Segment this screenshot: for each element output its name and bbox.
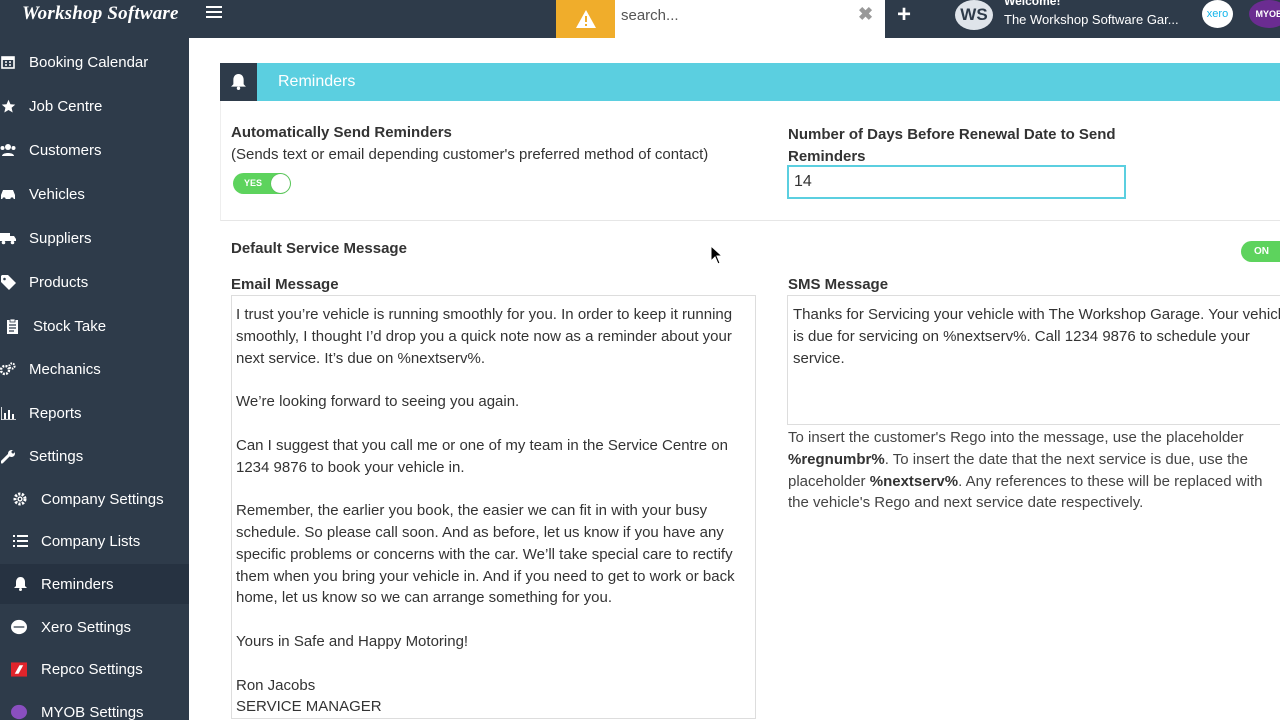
days-before-label: Number of Days Before Renewal Date to Se… xyxy=(788,126,1116,165)
avatar[interactable]: WS xyxy=(955,0,993,30)
mouse-cursor-icon xyxy=(710,245,724,265)
sidebar-item-repco-settings[interactable]: Repco Settings xyxy=(0,649,189,689)
search-input[interactable] xyxy=(615,0,855,30)
repco-icon xyxy=(11,661,27,677)
sidebar-item-label: Booking Calendar xyxy=(29,53,149,71)
sidebar-item-xero-settings[interactable]: Xero Settings xyxy=(0,607,189,647)
sms-message-textarea[interactable]: Thanks for Servicing your vehicle with T… xyxy=(787,295,1280,425)
sidebar-item-products[interactable]: Products xyxy=(0,262,189,302)
welcome-text: Welcome! xyxy=(1004,0,1061,8)
sidebar-item-label: Stock Take xyxy=(33,317,107,335)
default-message-toggle[interactable]: ON xyxy=(1241,241,1280,262)
bell-icon xyxy=(220,63,257,101)
sidebar-item-label: Xero Settings xyxy=(41,618,132,636)
reminders-panel-header: Reminders xyxy=(220,63,1280,101)
xero-logo[interactable]: xero xyxy=(1202,0,1233,28)
toggle-label: ON xyxy=(1254,246,1269,257)
default-service-message-label: Default Service Message xyxy=(231,240,407,257)
placeholder-help-text: To insert the customer's Rego into the m… xyxy=(788,427,1280,514)
bell-icon xyxy=(12,577,28,591)
sidebar-item-label: Reports xyxy=(29,404,82,422)
days-before-input[interactable] xyxy=(787,165,1126,199)
sidebar-item-label: MYOB Settings xyxy=(41,703,144,720)
clear-search-icon[interactable]: ✖ xyxy=(858,4,873,25)
sidebar-item-label: Customers xyxy=(29,141,102,159)
myob-logo[interactable]: MYOB xyxy=(1249,0,1280,28)
list-icon xyxy=(12,535,28,547)
wrench-icon xyxy=(0,449,16,464)
sidebar-item-customers[interactable]: Customers xyxy=(0,130,189,170)
calendar-icon xyxy=(0,55,16,69)
star-icon xyxy=(0,99,16,114)
sms-message-label: SMS Message xyxy=(788,276,889,293)
tag-icon xyxy=(0,274,16,290)
sidebar-item-booking-calendar[interactable]: Booking Calendar xyxy=(0,42,189,82)
auto-send-description: (Sends text or email depending customer'… xyxy=(231,146,709,163)
sidebar-item-reports[interactable]: Reports xyxy=(0,393,189,433)
gear-icon xyxy=(12,492,28,506)
warning-button[interactable] xyxy=(556,0,615,38)
auto-send-label: Automatically Send Reminders xyxy=(231,124,452,141)
garage-name[interactable]: The Workshop Software Gar... xyxy=(1004,12,1179,27)
clipboard-icon xyxy=(4,318,20,334)
sidebar-item-label: Company Lists xyxy=(41,532,141,550)
auto-send-toggle[interactable]: YES xyxy=(233,173,291,194)
menu-toggle-icon[interactable] xyxy=(206,6,222,20)
email-message-label: Email Message xyxy=(231,276,339,293)
top-bar: Workshop Software ✖ + WS Welcome! The Wo… xyxy=(0,0,1280,38)
sidebar-item-label: Mechanics xyxy=(29,360,101,378)
sidebar-item-label: Products xyxy=(29,273,89,291)
bar-chart-icon xyxy=(0,406,16,420)
sidebar-item-myob-settings[interactable]: MYOB Settings xyxy=(0,692,189,720)
sidebar-item-suppliers[interactable]: Suppliers xyxy=(0,218,189,258)
cogs-icon xyxy=(0,362,16,376)
xero-icon xyxy=(11,619,27,635)
search-box: ✖ xyxy=(615,0,885,38)
sidebar-item-stock-take[interactable]: Stock Take xyxy=(0,306,189,346)
sidebar: Booking Calendar Job Centre Customers Ve… xyxy=(0,38,189,720)
brand-logo[interactable]: Workshop Software xyxy=(22,3,179,25)
nextserv-placeholder: %nextserv% xyxy=(869,472,959,490)
sidebar-item-label: Company Settings xyxy=(41,490,164,508)
sidebar-item-company-lists[interactable]: Company Lists xyxy=(0,521,189,561)
page-title: Reminders xyxy=(278,73,356,90)
car-icon xyxy=(0,188,16,201)
toggle-knob xyxy=(271,174,290,193)
truck-icon xyxy=(0,232,16,245)
sidebar-item-label: Job Centre xyxy=(29,97,103,115)
sidebar-item-label: Vehicles xyxy=(29,185,85,203)
regnumbr-placeholder: %regnumbr% xyxy=(788,450,885,468)
sidebar-item-job-centre[interactable]: Job Centre xyxy=(0,86,189,126)
add-icon[interactable]: + xyxy=(897,1,911,29)
sidebar-item-vehicles[interactable]: Vehicles xyxy=(0,174,189,214)
sidebar-item-label: Reminders xyxy=(41,575,114,593)
sidebar-item-mechanics[interactable]: Mechanics xyxy=(0,349,189,389)
email-message-textarea[interactable]: I trust you’re vehicle is running smooth… xyxy=(231,295,756,719)
sidebar-item-reminders[interactable]: Reminders xyxy=(0,564,189,604)
users-icon xyxy=(0,143,16,157)
sidebar-item-label: Repco Settings xyxy=(41,660,143,678)
myob-icon xyxy=(11,704,27,720)
sidebar-item-label: Settings xyxy=(29,447,84,465)
help-text: To insert the customer's Rego into the m… xyxy=(788,429,1244,446)
sidebar-item-company-settings[interactable]: Company Settings xyxy=(0,479,189,519)
sidebar-item-settings[interactable]: Settings xyxy=(0,436,189,476)
warning-icon xyxy=(575,10,596,28)
sidebar-item-label: Suppliers xyxy=(29,229,92,247)
toggle-label: YES xyxy=(244,178,263,188)
